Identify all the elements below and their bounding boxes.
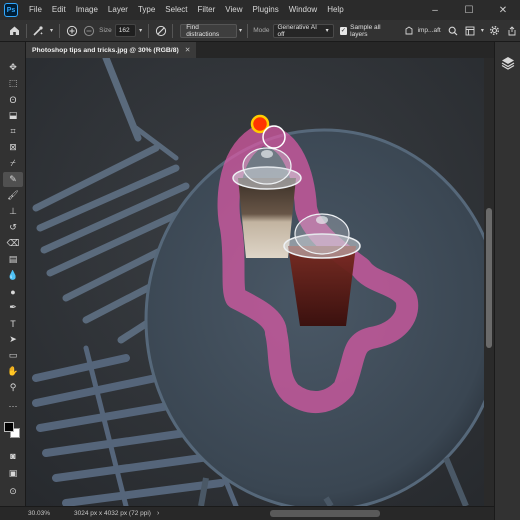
remove-tool-icon[interactable]: ✎ — [3, 172, 23, 187]
chevron-down-icon: ▾ — [325, 28, 329, 34]
document-dimensions: 3024 px x 4032 px (72 ppi) — [74, 510, 151, 517]
search-icon[interactable] — [445, 22, 462, 40]
sample-all-layers-checkbox[interactable]: ✓ Sample all layers — [339, 23, 397, 38]
menu-help[interactable]: Help — [322, 0, 348, 20]
vertical-scroll-thumb[interactable] — [486, 208, 492, 348]
rectangle-tool-icon[interactable]: ▭ — [3, 348, 23, 363]
mode-label: Mode — [253, 27, 270, 34]
sample-all-layers-label: Sample all layers — [350, 23, 381, 38]
frame-tool-icon[interactable]: ⊠ — [3, 140, 23, 155]
document-tab[interactable]: Photoshop tips and tricks.jpg @ 30% (RGB… — [26, 42, 197, 58]
gradient-tool-icon[interactable]: ▤ — [3, 252, 23, 267]
move-tool-icon[interactable]: ✥ — [3, 60, 23, 75]
separator — [59, 23, 61, 38]
more-tools-icon[interactable]: ··· — [3, 398, 23, 413]
window-controls: – ☐ ✕ — [418, 0, 520, 20]
crop-tool-icon[interactable]: ⌗ — [3, 124, 23, 139]
pen-tool-icon[interactable]: ✒ — [3, 300, 23, 315]
find-distractions-dropdown-icon[interactable]: ▾ — [237, 22, 245, 40]
photo-canvas[interactable] — [26, 58, 484, 506]
history-brush-tool-icon[interactable]: ↺ — [3, 220, 23, 235]
eyedropper-tool-icon[interactable]: ⌿ — [3, 156, 23, 171]
color-swatches[interactable] — [4, 422, 22, 440]
pressure-size-icon[interactable] — [152, 22, 169, 40]
zoom-level[interactable]: 30.03% — [28, 510, 64, 517]
size-dropdown-icon[interactable]: ▾ — [136, 22, 145, 40]
right-panel-strip — [494, 42, 520, 520]
menu-edit[interactable]: Edit — [47, 0, 71, 20]
menu-type[interactable]: Type — [133, 0, 160, 20]
menu-layer[interactable]: Layer — [103, 0, 133, 20]
home-icon[interactable] — [6, 22, 23, 40]
settings-gear-icon[interactable] — [486, 22, 503, 40]
options-bar: ▾ Size 162 ▾ Find distractions ▾ Mode Ge… — [0, 20, 520, 42]
close-tab-icon[interactable]: ✕ — [185, 46, 191, 54]
add-to-area-icon[interactable] — [63, 22, 80, 40]
menu-view[interactable]: View — [220, 0, 247, 20]
tools-panel: ✥ ⬚ ʘ ⬓ ⌗ ⊠ ⌿ ✎ 🖌 ⊥ ↺ ⌫ ▤ 💧 ● ✒ T ➤ ▭ ✋ … — [0, 42, 26, 520]
vertical-scrollbar[interactable] — [484, 58, 494, 506]
workspace-icon[interactable] — [462, 22, 479, 40]
separator — [172, 23, 174, 38]
status-menu-icon[interactable]: › — [157, 510, 159, 517]
menu-filter[interactable]: Filter — [193, 0, 221, 20]
menu-plugins[interactable]: Plugins — [248, 0, 284, 20]
document-canvas[interactable] — [26, 58, 484, 506]
lasso-tool-icon[interactable]: ʘ — [3, 92, 23, 107]
separator — [25, 23, 27, 38]
zoom-tool-icon[interactable]: ⚲ — [3, 380, 23, 395]
menu-image[interactable]: Image — [71, 0, 103, 20]
mode-select-value: Generative AI off — [277, 23, 317, 38]
quick-mask-icon[interactable]: ◙ — [3, 448, 23, 463]
marquee-tool-icon[interactable]: ⬚ — [3, 76, 23, 91]
status-bar: 30.03% 3024 px x 4032 px (72 ppi) › — [0, 506, 494, 520]
horizontal-scroll-thumb[interactable] — [270, 510, 380, 517]
menu-window[interactable]: Window — [284, 0, 322, 20]
clone-stamp-tool-icon[interactable]: ⊥ — [3, 204, 23, 219]
menu-items: File Edit Image Layer Type Select Filter… — [24, 0, 349, 20]
close-button[interactable]: ✕ — [486, 0, 520, 20]
workspace-dropdown-icon[interactable]: ▾ — [479, 22, 487, 40]
brush-size-input[interactable]: 162 — [114, 24, 136, 37]
maximize-button[interactable]: ☐ — [452, 0, 486, 20]
truncated-option-label[interactable]: imp...aft — [418, 27, 441, 34]
layers-panel-icon[interactable] — [501, 56, 515, 70]
brush-tool-icon[interactable]: 🖌 — [3, 188, 23, 203]
blur-tool-icon[interactable]: 💧 — [3, 268, 23, 283]
menu-select[interactable]: Select — [160, 0, 192, 20]
subtract-from-area-icon[interactable] — [80, 22, 97, 40]
object-selection-tool-icon[interactable]: ⬓ — [3, 108, 23, 123]
document-tab-title: Photoshop tips and tricks.jpg @ 30% (RGB… — [32, 46, 179, 54]
fade-icon[interactable] — [401, 22, 418, 40]
brush-preset-dropdown-icon[interactable]: ▾ — [47, 22, 56, 40]
hand-tool-icon[interactable]: ✋ — [3, 364, 23, 379]
checkbox-checked-icon: ✓ — [339, 26, 348, 35]
content-credentials-icon[interactable]: ⊙ — [3, 484, 23, 499]
type-tool-icon[interactable]: T — [3, 316, 23, 331]
photoshop-logo[interactable]: Ps — [4, 3, 18, 17]
mode-select[interactable]: Generative AI off ▾ — [272, 23, 334, 38]
find-distractions-button[interactable]: Find distractions — [180, 23, 237, 38]
dodge-tool-icon[interactable]: ● — [3, 284, 23, 299]
share-icon[interactable] — [503, 22, 520, 40]
document-tab-bar: Photoshop tips and tricks.jpg @ 30% (RGB… — [26, 42, 494, 58]
eraser-tool-icon[interactable]: ⌫ — [3, 236, 23, 251]
remove-tool-preset-icon[interactable] — [30, 22, 47, 40]
size-label: Size — [99, 27, 112, 34]
screen-mode-icon[interactable]: ▣ — [3, 466, 23, 481]
path-selection-tool-icon[interactable]: ➤ — [3, 332, 23, 347]
menu-bar: Ps File Edit Image Layer Type Select Fil… — [0, 0, 520, 20]
menu-file[interactable]: File — [24, 0, 47, 20]
minimize-button[interactable]: – — [418, 0, 452, 20]
separator — [148, 23, 150, 38]
foreground-color-swatch[interactable] — [4, 422, 14, 432]
separator — [247, 23, 249, 38]
